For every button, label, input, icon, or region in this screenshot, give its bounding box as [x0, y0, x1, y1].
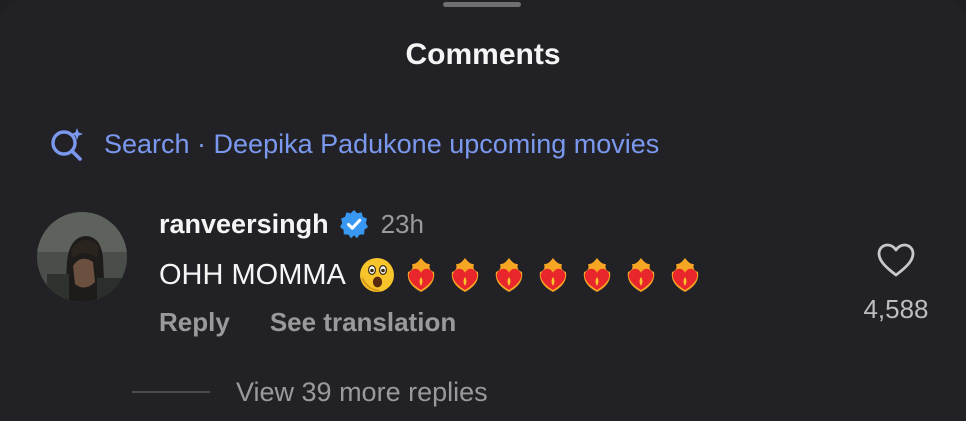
drag-handle[interactable]: [443, 2, 521, 7]
comments-sheet: Comments Search · Deepika Padukone upcom…: [0, 0, 966, 421]
comment-meta: ranveersingh 23h: [159, 204, 710, 244]
heart-on-fire-emoji: [583, 258, 611, 292]
comment-timestamp: 23h: [380, 208, 424, 239]
search-suggestion[interactable]: Search · Deepika Padukone upcoming movie…: [48, 124, 659, 164]
see-translation-button[interactable]: See translation: [270, 307, 456, 338]
comment: ranveersingh 23h OHH MOMMA Reply See tra…: [159, 204, 710, 342]
replies-divider: [132, 391, 210, 393]
reply-button[interactable]: Reply: [159, 307, 230, 338]
like-control: 4,588: [852, 242, 940, 325]
comment-actions: Reply See translation: [159, 302, 710, 342]
view-replies[interactable]: View 39 more replies: [132, 372, 488, 412]
sheet-title: Comments: [405, 38, 561, 71]
comment-body: OHH MOMMA: [159, 250, 710, 300]
heart-icon[interactable]: [876, 242, 916, 278]
search-suggestion-text: Search · Deepika Padukone upcoming movie…: [104, 128, 660, 159]
heart-on-fire-emoji: [539, 258, 567, 292]
verified-badge-icon: [339, 210, 368, 239]
heart-on-fire-emoji: [671, 258, 699, 292]
heart-on-fire-emoji: [627, 258, 655, 292]
heart-on-fire-emoji: [451, 258, 479, 292]
astonished-face-emoji: [359, 258, 394, 292]
comment-username[interactable]: ranveersingh: [159, 209, 329, 240]
sparkle-search-icon: [51, 128, 83, 161]
view-more-replies-label: View 39 more replies: [236, 376, 488, 407]
avatar-image: [37, 212, 127, 302]
heart-on-fire-emoji: [495, 258, 523, 292]
avatar[interactable]: [37, 212, 127, 302]
like-count: 4,588: [863, 294, 929, 324]
heart-on-fire-emoji: [407, 258, 435, 292]
comment-text: OHH MOMMA: [159, 258, 346, 291]
